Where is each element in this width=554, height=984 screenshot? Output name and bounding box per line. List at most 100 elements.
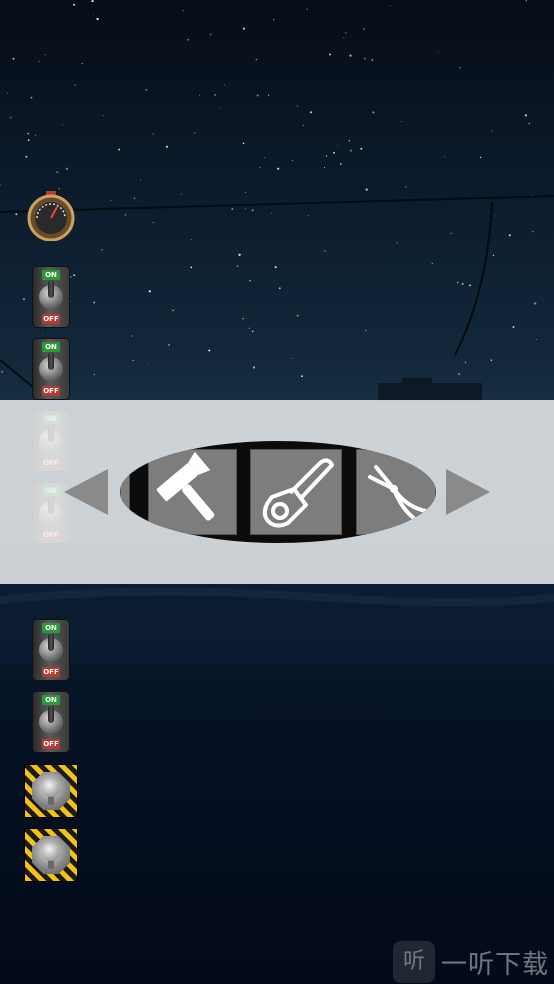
star [296, 105, 299, 107]
star [56, 171, 59, 174]
star [124, 214, 127, 216]
star [389, 5, 391, 7]
star [81, 62, 83, 65]
toggle-switch-6[interactable]: ON OFF [33, 692, 69, 752]
star [456, 281, 459, 284]
star [152, 221, 154, 224]
star [329, 53, 331, 56]
star [1, 370, 3, 373]
star [73, 274, 76, 276]
pressure-gauge[interactable] [26, 191, 76, 241]
star [458, 373, 461, 376]
star [273, 19, 275, 21]
star [61, 124, 63, 126]
star [42, 334, 44, 336]
tool-carousel [120, 441, 436, 543]
tool-slot-hammer[interactable] [148, 449, 237, 535]
star [251, 209, 254, 212]
star [58, 187, 61, 190]
off-label: OFF [42, 667, 60, 677]
star [96, 17, 99, 21]
star [248, 327, 251, 330]
star [15, 213, 18, 216]
star [349, 149, 353, 152]
star [245, 191, 246, 193]
on-label: ON [42, 270, 60, 280]
star [140, 179, 141, 181]
star [194, 132, 196, 134]
star [251, 330, 254, 333]
toggle-switch-1[interactable]: ON OFF [33, 267, 69, 327]
star [219, 107, 221, 109]
hazard-switch-1[interactable] [25, 765, 77, 817]
star [208, 349, 211, 352]
star [133, 197, 136, 200]
toggle-switch-2[interactable]: ON OFF [33, 339, 69, 399]
star [364, 57, 366, 60]
star [309, 111, 313, 114]
star [307, 215, 309, 216]
star [172, 309, 174, 312]
previous-tool-arrow-icon[interactable] [62, 467, 110, 517]
star [340, 163, 342, 165]
on-label: ON [42, 695, 60, 705]
star [256, 94, 259, 97]
star [344, 32, 347, 34]
toggle-switch-5[interactable]: ON OFF [33, 620, 69, 680]
star [508, 234, 511, 237]
star [30, 96, 33, 99]
star [535, 338, 537, 341]
star [6, 92, 8, 94]
star [252, 366, 256, 369]
star [277, 167, 280, 170]
star [91, 0, 94, 3]
chainsaw-icon [262, 458, 334, 528]
star [296, 314, 299, 317]
star [93, 373, 96, 376]
star [365, 188, 368, 191]
star [168, 344, 171, 346]
star [242, 27, 246, 30]
star [74, 84, 77, 86]
star [187, 38, 190, 41]
hazard-switch-2[interactable] [25, 829, 77, 881]
star [242, 317, 244, 320]
star [190, 266, 193, 269]
star [242, 142, 245, 145]
star [437, 51, 439, 53]
star [349, 54, 352, 57]
off-label: OFF [42, 314, 60, 324]
star [348, 140, 350, 142]
star [27, 139, 30, 141]
star [65, 167, 69, 170]
next-tool-arrow-icon[interactable] [444, 467, 492, 517]
power-line-drop [454, 201, 493, 356]
star [363, 28, 366, 30]
star [148, 290, 151, 293]
pliers-icon [368, 465, 428, 523]
star [532, 230, 534, 233]
star [450, 232, 453, 235]
star [528, 122, 530, 125]
star [110, 199, 112, 202]
toggle-lever [48, 352, 54, 370]
star [271, 212, 273, 214]
star [371, 59, 374, 61]
star [337, 145, 339, 147]
star [360, 147, 363, 150]
tool-slot-chainsaw[interactable] [250, 449, 342, 535]
star [401, 121, 403, 123]
star [214, 94, 216, 96]
star [302, 124, 304, 127]
star [396, 242, 398, 244]
tool-slot-pliers[interactable] [356, 449, 436, 535]
star [264, 157, 266, 159]
off-label: OFF [42, 739, 60, 749]
star [0, 184, 1, 186]
star [69, 275, 72, 278]
star [249, 280, 251, 282]
star [267, 94, 270, 96]
star [22, 298, 26, 301]
star [101, 249, 103, 251]
star [306, 8, 308, 10]
